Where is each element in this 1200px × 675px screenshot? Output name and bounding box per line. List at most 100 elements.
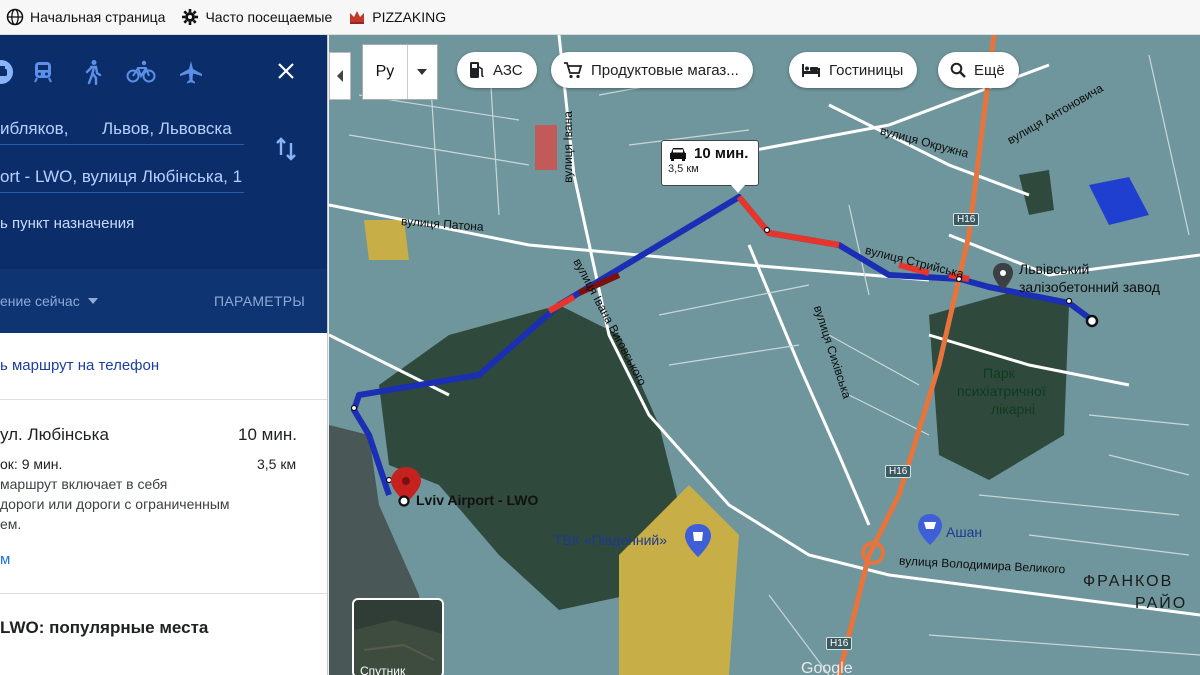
- place-label: Львівський: [1019, 261, 1090, 277]
- language-select[interactable]: Ру: [362, 44, 438, 100]
- satellite-layer-toggle[interactable]: Спутник: [352, 598, 444, 675]
- cart-glyph: [924, 522, 936, 529]
- pin-center: [402, 477, 410, 485]
- route-title: ул. Любінська: [0, 425, 109, 444]
- search-icon: [950, 62, 966, 78]
- callout-tail: [731, 185, 745, 193]
- route-time: 10 мин.: [238, 425, 297, 444]
- route-details-link[interactable]: м: [0, 551, 10, 568]
- train-icon: [34, 62, 52, 83]
- language-value: Ру: [363, 45, 408, 99]
- gear-icon: [182, 9, 199, 25]
- mode-car[interactable]: [0, 57, 16, 87]
- walk-icon: [85, 60, 102, 85]
- road-shield: Н16: [953, 213, 980, 226]
- origin-text: ибляков,: [0, 119, 69, 138]
- water-area: [1089, 177, 1149, 225]
- caret-down-icon: [87, 298, 98, 304]
- route-distance: 3,5 км: [257, 456, 297, 472]
- red-block: [535, 125, 557, 170]
- destination-input[interactable]: ort - LWO, вулиця Любінська, 1: [0, 161, 244, 193]
- bookmark-label: Начальная страница: [30, 9, 166, 25]
- swap-icon[interactable]: [272, 135, 300, 163]
- mode-transit[interactable]: [28, 57, 58, 87]
- route-note-line: дороги или дороги с ограниченным: [0, 496, 230, 512]
- crown-icon: [350, 11, 365, 24]
- car-icon: [670, 147, 686, 161]
- bag-glyph: [693, 532, 703, 541]
- origin-city-text: Львов, Львовска: [102, 119, 232, 138]
- ashan-label[interactable]: Ашан: [946, 524, 982, 540]
- route-subtitle: ок: 9 мин.: [0, 456, 63, 472]
- close-icon[interactable]: [272, 57, 300, 85]
- chip-more[interactable]: Ещё: [938, 52, 1019, 88]
- directions-panel: ибляков, Львов, Львовска ort - LWO, вули…: [0, 35, 328, 675]
- major-streets: [329, 35, 1200, 617]
- depart-now-dropdown[interactable]: ение сейчас: [0, 293, 98, 309]
- destination-text: ort - LWO, вулиця Любінська, 1: [0, 167, 243, 186]
- airport-label[interactable]: Lviv Airport - LWO: [416, 492, 538, 508]
- route-note-line: маршрут включает в себя: [0, 476, 168, 492]
- mode-flight[interactable]: [176, 57, 206, 87]
- street-label: вулиця Івана: [560, 111, 575, 183]
- chip-grocery[interactable]: Продуктовые магаз...: [551, 52, 753, 88]
- caret-down-icon: [417, 69, 428, 75]
- airport-marker: [398, 495, 410, 507]
- pin-center: [1000, 270, 1006, 276]
- globe-icon: [6, 8, 24, 26]
- district-label: ФРАНКОВ: [1083, 573, 1174, 590]
- chip-label: АЗС: [493, 61, 523, 79]
- bookmark-pizzaking[interactable]: PIZZAKING: [348, 8, 446, 26]
- bed-icon: [802, 64, 820, 77]
- route-time-callout[interactable]: 10 мин. 3,5 км: [661, 140, 759, 186]
- bike-icon: [126, 60, 156, 83]
- google-logo: Google: [801, 660, 853, 675]
- departure-bar: ение сейчас ПАРАМЕТРЫ: [0, 269, 327, 333]
- route-end-dot: [1085, 314, 1099, 328]
- map-graphics: [329, 35, 1200, 675]
- popular-places-heading: LWO: популярные места: [0, 618, 209, 637]
- chip-gas-stations[interactable]: АЗС: [457, 52, 537, 88]
- cart-icon: [564, 62, 583, 79]
- chevron-left-icon: [337, 70, 343, 82]
- add-destination-link[interactable]: ь пункт назначения: [0, 215, 134, 232]
- satellite-label: Спутник: [360, 664, 406, 675]
- mall-label[interactable]: ТВК «Південний»: [554, 532, 667, 548]
- chip-label: Гостиницы: [829, 61, 904, 79]
- bookmarks-bar: Начальная страница Часто посещаемые PIZZ…: [0, 0, 1200, 35]
- divider: [0, 593, 327, 594]
- bookmark-label: PIZZAKING: [372, 9, 447, 25]
- map-canvas[interactable]: вулиця Патона вулиця Окружна вулиця Анто…: [329, 35, 1200, 675]
- params-button[interactable]: ПАРАМЕТРЫ: [214, 293, 305, 309]
- route-note-line: ем.: [0, 516, 22, 532]
- route-traffic-heavy: [736, 195, 840, 248]
- divider: [0, 399, 327, 400]
- collapse-panel-button[interactable]: [329, 52, 351, 100]
- mode-walk[interactable]: [78, 57, 108, 87]
- car-icon: [0, 60, 13, 84]
- directions-header: ибляков, Львов, Львовска ort - LWO, вули…: [0, 35, 327, 269]
- language-arrow: [408, 45, 437, 99]
- callout-distance: 3,5 км: [668, 163, 699, 175]
- district-label: РАЙО: [1135, 595, 1188, 612]
- chip-label: Продуктовые магаз...: [591, 61, 739, 79]
- send-to-phone-link[interactable]: ь маршрут на телефон: [0, 357, 159, 374]
- plane-icon: [180, 61, 202, 84]
- bookmark-most-visited[interactable]: Часто посещаемые: [181, 8, 332, 26]
- road-shield: Н16: [885, 465, 912, 478]
- park-label: лікарні: [991, 401, 1036, 417]
- chip-hotels[interactable]: Гостиницы: [789, 52, 918, 88]
- bookmark-home[interactable]: Начальная страница: [6, 8, 165, 26]
- mode-bike[interactable]: [126, 57, 156, 87]
- road-shield: Н16: [826, 637, 853, 650]
- depart-label: ение сейчас: [0, 293, 80, 309]
- callout-time: 10 мин.: [694, 145, 749, 162]
- gas-station-icon: [470, 62, 484, 78]
- park-label: Парк: [983, 365, 1015, 381]
- origin-input[interactable]: ибляков, Львов, Львовска: [0, 113, 244, 145]
- chip-label: Ещё: [974, 61, 1005, 79]
- bookmark-label: Часто посещаемые: [205, 9, 333, 25]
- place-label: залізобетонний завод: [1019, 279, 1160, 295]
- cart-pin-icon[interactable]: [918, 514, 942, 545]
- park-label: психіатричної: [957, 383, 1046, 399]
